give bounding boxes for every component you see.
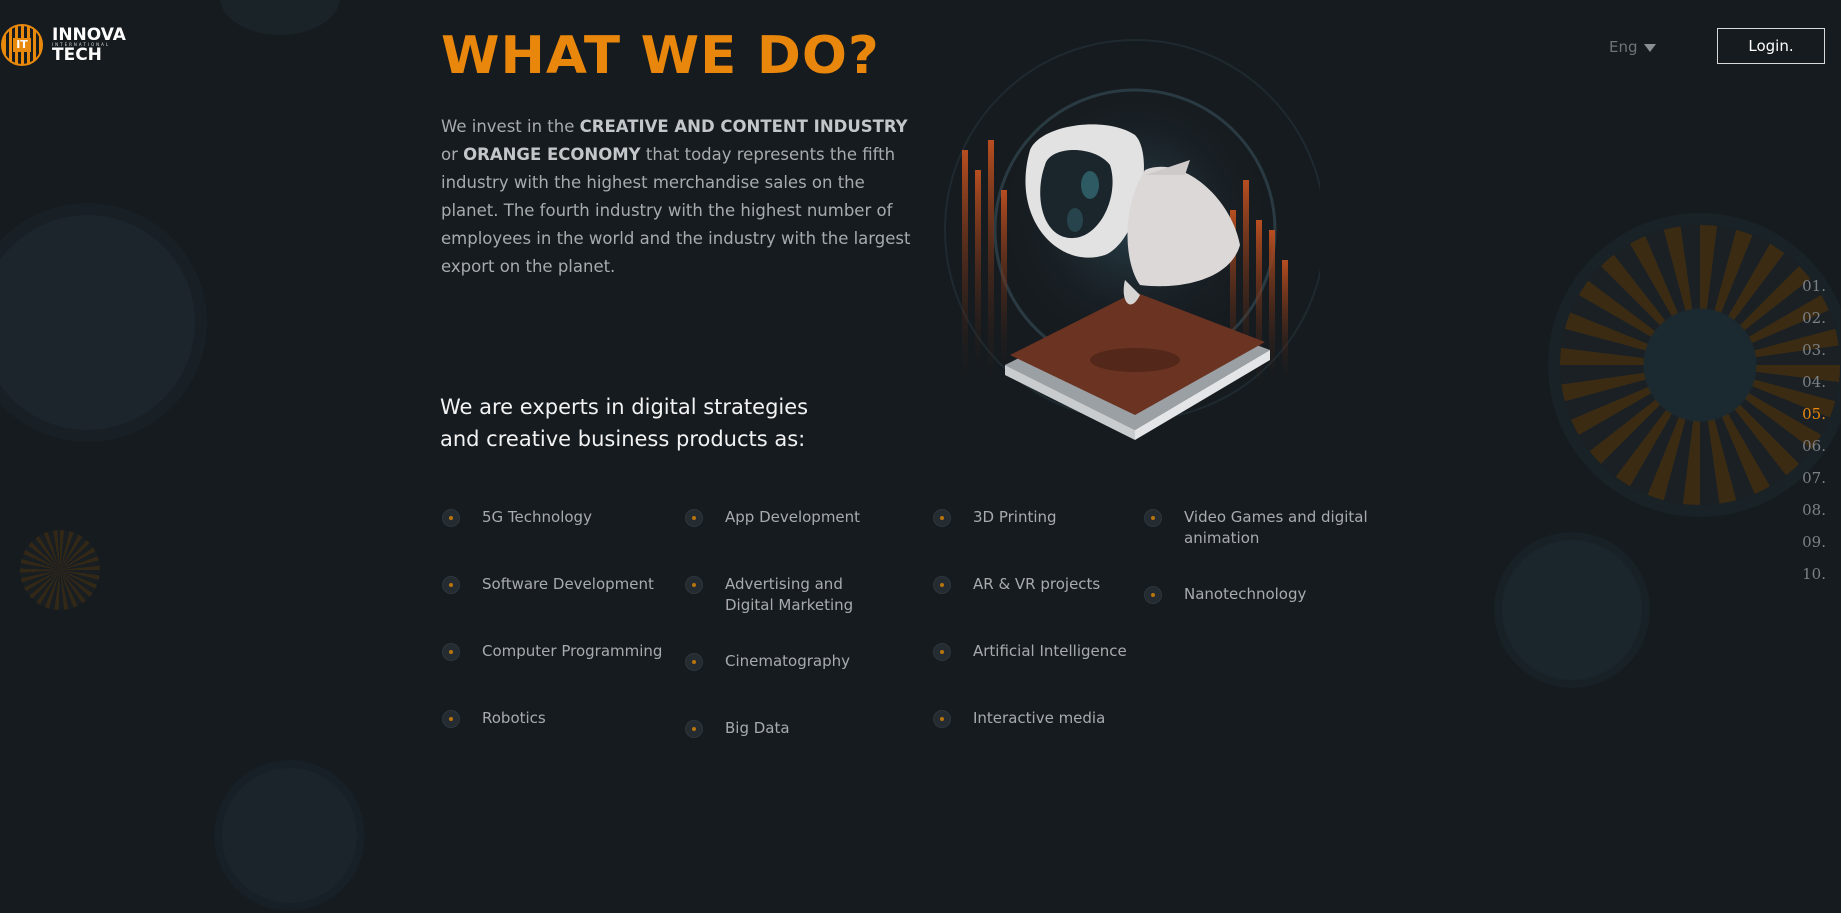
bullet-dot-icon (685, 509, 703, 527)
service-item: Artificial Intelligence (933, 641, 1163, 662)
service-label: Artificial Intelligence (973, 642, 1127, 660)
intro-part-4: ORANGE ECONOMY (463, 145, 641, 164)
bullet-dot-icon (933, 509, 951, 527)
bg-circle-top (220, 0, 340, 35)
bullet-dot-icon (1144, 586, 1162, 604)
experts-heading: We are experts in digital strategies and… (440, 391, 808, 455)
service-item: 3D Printing (933, 507, 1163, 528)
login-button[interactable]: Login. (1717, 28, 1825, 64)
bg-circle-bottom (222, 768, 357, 903)
bullet-dot-icon (685, 720, 703, 738)
experts-line-2: and creative business products as: (440, 427, 806, 451)
bg-sunburst-small (20, 530, 100, 610)
bullet-dot-icon (685, 653, 703, 671)
service-label: Big Data (725, 719, 790, 737)
logo-wordmark: INNOVA INTERNATIONAL TECH (52, 27, 126, 65)
page-title: WHAT WE DO? (441, 26, 880, 86)
pager-item-06[interactable]: 06. (1802, 435, 1826, 467)
bg-circle-right (1502, 540, 1642, 680)
section-pager: 01. 02. 03. 04. 05. 06. 07. 08. 09. 10. (1802, 275, 1826, 595)
pager-item-05[interactable]: 05. (1802, 403, 1826, 435)
service-label: Video Games and digital animation (1184, 508, 1368, 547)
service-item: Interactive media (933, 708, 1163, 729)
bullet-dot-icon (933, 643, 951, 661)
intro-part-3: or (441, 145, 464, 164)
pager-item-02[interactable]: 02. (1802, 307, 1826, 339)
intro-paragraph: We invest in the CREATIVE AND CONTENT IN… (441, 113, 921, 281)
bg-sunburst-right (1560, 225, 1840, 505)
bg-circle-left (0, 215, 195, 430)
service-item: App Development (685, 507, 915, 528)
service-label: Robotics (482, 709, 546, 727)
service-label: AR & VR projects (973, 575, 1101, 593)
bullet-dot-icon (442, 509, 460, 527)
bullet-dot-icon (442, 643, 460, 661)
robot-illustration (944, 39, 1320, 440)
bullet-dot-icon (1144, 509, 1162, 527)
service-item: Robotics (442, 708, 672, 729)
pager-item-04[interactable]: 04. (1802, 371, 1826, 403)
intro-part-1: We invest in the (441, 117, 580, 136)
pager-item-01[interactable]: 01. (1802, 275, 1826, 307)
logo-line3: TECH (52, 45, 102, 65)
pager-item-09[interactable]: 09. (1802, 531, 1826, 563)
logo-badge-icon: IT (1, 24, 43, 66)
service-item: AR & VR projects (933, 574, 1163, 595)
service-label: 5G Technology (482, 508, 592, 526)
chevron-down-icon (1643, 43, 1656, 52)
bullet-dot-icon (442, 576, 460, 594)
bullet-dot-icon (442, 710, 460, 728)
service-label: 3D Printing (973, 508, 1057, 526)
brand-logo[interactable]: IT INNOVA INTERNATIONAL TECH (1, 24, 126, 66)
language-label: Eng (1609, 38, 1638, 56)
bullet-dot-icon (933, 576, 951, 594)
intro-part-2: CREATIVE AND CONTENT INDUSTRY (579, 117, 908, 136)
bullet-dot-icon (685, 576, 703, 594)
pager-item-08[interactable]: 08. (1802, 499, 1826, 531)
service-item: 5G Technology (442, 507, 672, 528)
service-item: Big Data (685, 718, 915, 739)
service-label: Interactive media (973, 709, 1106, 727)
service-label: Software Development (482, 575, 654, 593)
bullet-dot-icon (933, 710, 951, 728)
service-label: Nanotechnology (1184, 585, 1307, 603)
service-label: Advertising and Digital Marketing (725, 575, 854, 614)
pager-item-03[interactable]: 03. (1802, 339, 1826, 371)
language-selector[interactable]: Eng (1609, 38, 1656, 56)
service-label: Computer Programming (482, 642, 663, 660)
pager-item-07[interactable]: 07. (1802, 467, 1826, 499)
service-item: Cinematography (685, 651, 915, 672)
intro-part-5: that today represents the fifth industry… (441, 145, 911, 276)
logo-badge-text: IT (13, 38, 31, 52)
service-item: Video Games and digital animation (1144, 507, 1369, 549)
experts-line-1: We are experts in digital strategies (440, 395, 809, 419)
service-label: App Development (725, 508, 861, 526)
service-label: Cinematography (725, 652, 851, 670)
service-item: Computer Programming (442, 641, 672, 662)
pager-item-10[interactable]: 10. (1802, 563, 1826, 595)
service-item: Nanotechnology (1144, 584, 1374, 605)
service-item: Software Development (442, 574, 672, 595)
service-item: Advertising and Digital Marketing (685, 574, 895, 616)
